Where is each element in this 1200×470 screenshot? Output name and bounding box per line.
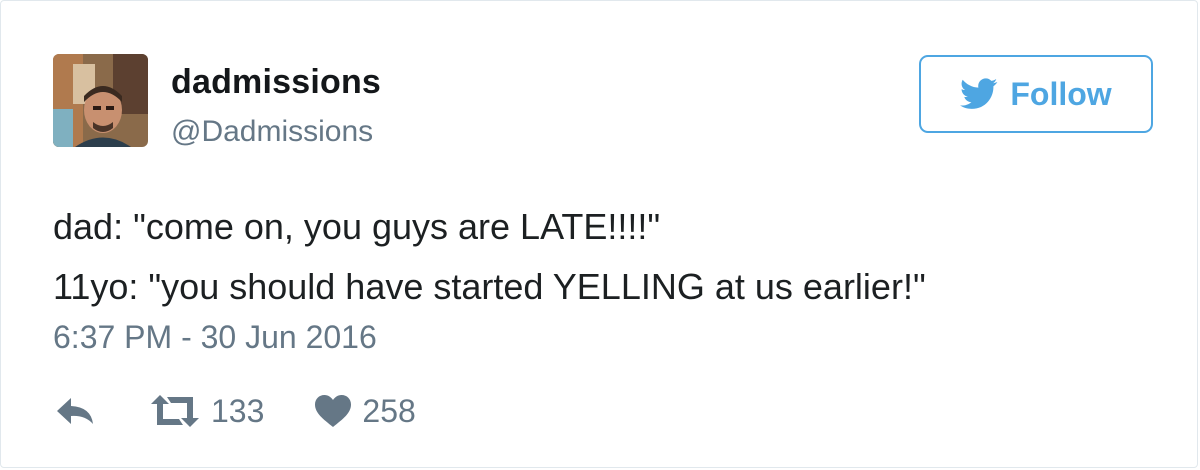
tweet-card: dadmissions @Dadmissions Follow dad: "co… [0,0,1198,468]
reply-icon [57,398,93,424]
tweet-actions: 133 258 [53,389,416,433]
follow-button[interactable]: Follow [919,55,1153,133]
like-button[interactable]: 258 [314,392,416,430]
tweet-line-2: 11yo: "you should have started YELLING a… [53,266,926,307]
heart-icon [315,395,352,427]
avatar-photo [53,54,148,147]
follow-label: Follow [1010,75,1112,112]
reply-button[interactable] [53,394,97,428]
tweet-line-1: dad: "come on, you guys are LATE!!!!" [53,206,661,247]
display-name[interactable]: dadmissions [171,63,381,102]
avatar[interactable] [53,54,148,147]
retweet-count: 133 [211,392,265,429]
retweet-icon [151,395,199,427]
tweet-text: dad: "come on, you guys are LATE!!!!" 11y… [53,197,926,317]
like-count: 258 [362,392,416,429]
tweet-timestamp[interactable]: 6:37 PM - 30 Jun 2016 [53,319,377,356]
retweet-button[interactable]: 133 [149,393,264,430]
twitter-bird-icon [960,78,998,109]
screen-name[interactable]: @Dadmissions [171,115,373,149]
